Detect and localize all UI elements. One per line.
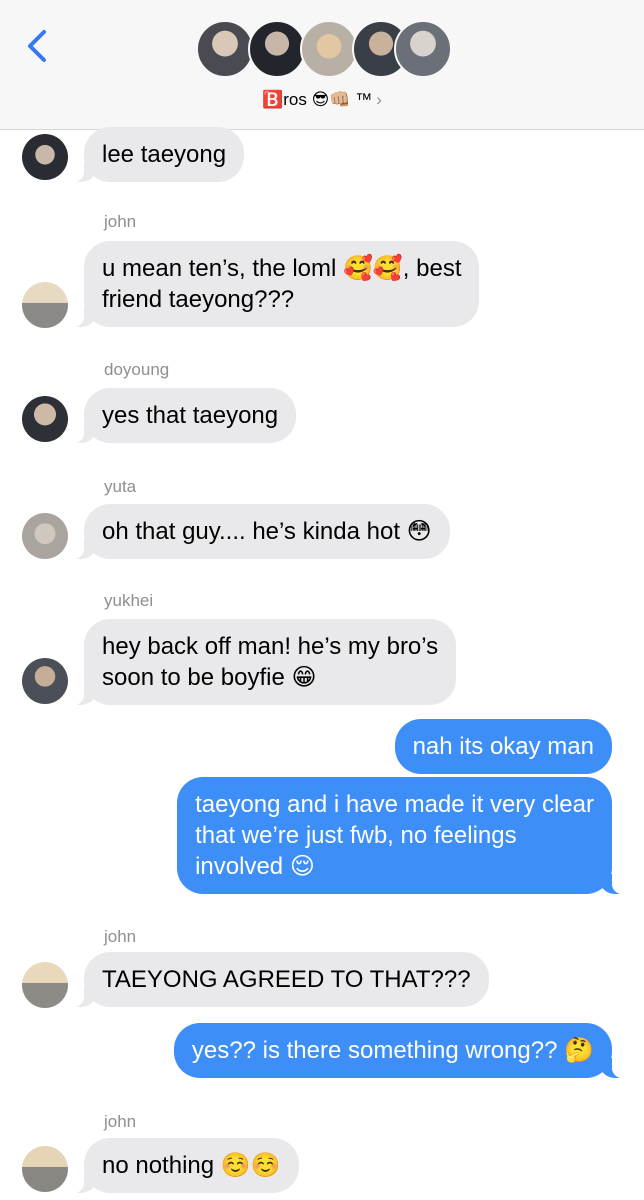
message-thread[interactable]: lee taeyong john u mean ten’s, the loml … xyxy=(0,127,644,1200)
avatar xyxy=(22,282,68,328)
message-bubble[interactable]: yes that taeyong xyxy=(71,388,297,443)
sender-name: john xyxy=(104,927,137,946)
message-bubble[interactable]: nah its okay man xyxy=(394,719,612,774)
sender-name: john xyxy=(104,212,137,231)
message-bubble[interactable]: u mean ten’s, the loml 🥰🥰, best friend t… xyxy=(71,241,480,327)
message-bubble[interactable]: taeyong and i have made it very clear th… xyxy=(177,777,624,894)
message-bubble[interactable]: oh that guy.... he’s kinda hot 😳 xyxy=(72,504,450,559)
group-name[interactable]: 🅱️ros 😎👊🏼 ™ › xyxy=(0,90,644,110)
avatar xyxy=(22,658,68,704)
sender-name: yuta xyxy=(104,477,137,496)
message-bubble[interactable]: TAEYONG AGREED TO THAT??? xyxy=(72,952,489,1007)
back-button[interactable] xyxy=(22,26,58,66)
avatar xyxy=(196,20,254,78)
avatar xyxy=(300,20,358,78)
conversation-header: 🅱️ros 😎👊🏼 ™ › xyxy=(0,0,644,130)
sender-name: john xyxy=(104,1112,137,1131)
message-bubble[interactable]: no nothing ☺️☺️ xyxy=(72,1138,299,1193)
avatar xyxy=(22,962,68,1008)
avatar xyxy=(248,20,306,78)
avatar xyxy=(22,513,68,559)
avatar xyxy=(22,134,68,180)
group-name-label: 🅱️ros 😎👊🏼 ™ xyxy=(262,90,373,109)
message-bubble[interactable]: yes?? is there something wrong?? 🤔 xyxy=(173,1023,625,1078)
avatar xyxy=(22,396,68,442)
sender-name: yukhei xyxy=(104,591,154,610)
message-bubble[interactable]: hey back off man! he’s my bro’s soon to … xyxy=(71,619,457,705)
chevron-right-icon: › xyxy=(376,90,382,109)
avatar xyxy=(394,20,452,78)
chevron-left-icon xyxy=(28,30,46,62)
message-bubble[interactable]: lee taeyong xyxy=(71,127,245,182)
group-avatars[interactable] xyxy=(196,20,456,88)
avatar xyxy=(22,1146,68,1192)
sender-name: doyoung xyxy=(104,360,170,379)
